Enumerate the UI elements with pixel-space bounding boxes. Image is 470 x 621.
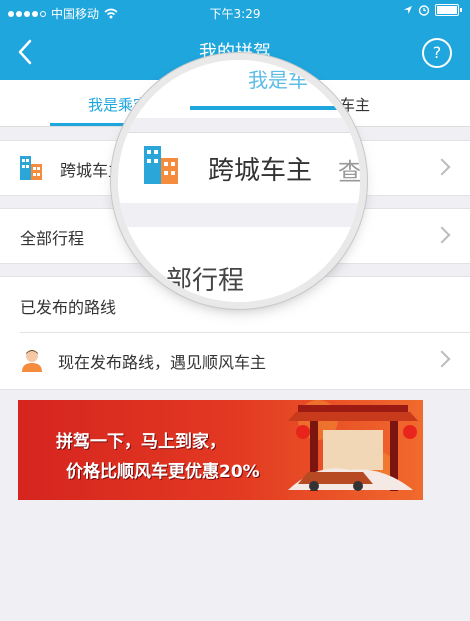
banner-line-2: 价格比顺风车更优惠20% <box>66 462 260 482</box>
chevron-right-icon <box>433 350 451 368</box>
location-icon <box>404 6 412 14</box>
magnifier-lens: 我是车 跨城车主 查 部行程 <box>118 60 360 302</box>
published-routes-title: 已发布的路线 <box>20 298 117 317</box>
chevron-right-icon <box>433 226 451 244</box>
alarm-icon <box>418 5 430 16</box>
help-button[interactable]: ? <box>422 38 452 68</box>
battery-tip <box>460 8 462 12</box>
status-right <box>403 4 462 16</box>
driver-avatar-icon <box>22 350 42 372</box>
building-icon <box>144 146 178 184</box>
status-time: 下午3:29 <box>209 7 261 21</box>
banner-line-1: 拼驾一下，马上到家， <box>56 432 226 452</box>
magnified-label: 跨城车主 <box>208 156 313 186</box>
publish-route-label: 现在发布路线，遇见顺风车主 <box>58 353 267 372</box>
magnified-tab-label: 我是车 <box>248 68 308 92</box>
status-bar: 中国移动 下午3:29 <box>0 0 470 24</box>
building-icon <box>20 156 42 180</box>
row-publish-route[interactable]: 现在发布路线，遇见顺风车主 <box>0 333 470 389</box>
all-trips-label: 全部行程 <box>20 229 85 248</box>
promo-banner[interactable]: 拼驾一下，马上到家， 价格比顺风车更优惠20% <box>18 400 423 500</box>
battery-icon <box>435 4 459 16</box>
magnified-separator-2 <box>118 203 360 227</box>
chevron-right-icon <box>433 158 451 176</box>
magnified-separator <box>118 118 360 132</box>
magnified-view-text: 查 <box>338 158 360 186</box>
magnified-tab-indicator <box>190 106 360 110</box>
intercity-label: 跨城车主 <box>60 161 125 180</box>
magnified-partial-text: 部行程 <box>166 266 245 296</box>
